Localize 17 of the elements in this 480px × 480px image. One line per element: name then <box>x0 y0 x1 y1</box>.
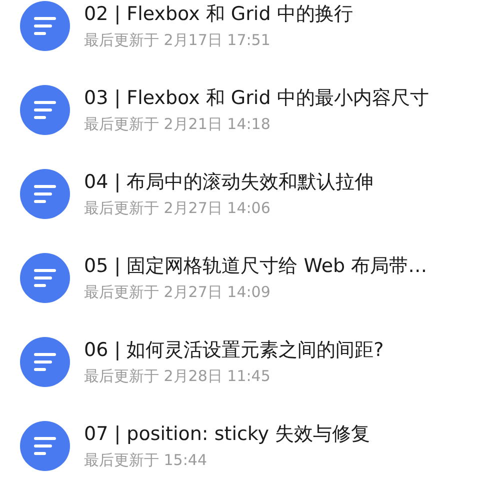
article-title[interactable]: 02 | Flexbox 和 Grid 中的换行 <box>84 2 353 26</box>
article-title[interactable]: 06 | 如何灵活设置元素之间的间距? <box>84 338 384 362</box>
article-title[interactable]: 05 | 固定网格轨道尺寸给 Web 布局带… <box>84 254 428 278</box>
article-icon <box>20 85 70 135</box>
article-title[interactable]: 03 | Flexbox 和 Grid 中的最小内容尺寸 <box>84 86 429 110</box>
update-time: 最后更新于 2月27日 14:06 <box>84 198 272 218</box>
update-time: 最后更新于 2月28日 11:45 <box>84 366 272 386</box>
article-icon <box>20 421 70 471</box>
article-title[interactable]: 07 | position: sticky 失效与修复 <box>84 422 370 446</box>
update-time: 最后更新于 2月17日 17:51 <box>84 30 272 50</box>
article-title[interactable]: 04 | 布局中的滚动失效和默认拉伸 <box>84 170 374 194</box>
article-icon <box>20 337 70 387</box>
article-icon <box>20 169 70 219</box>
update-time: 最后更新于 2月27日 14:09 <box>84 282 272 302</box>
update-time: 最后更新于 2月21日 14:18 <box>84 114 272 134</box>
update-time: 最后更新于 15:44 <box>84 450 208 470</box>
article-icon <box>20 253 70 303</box>
